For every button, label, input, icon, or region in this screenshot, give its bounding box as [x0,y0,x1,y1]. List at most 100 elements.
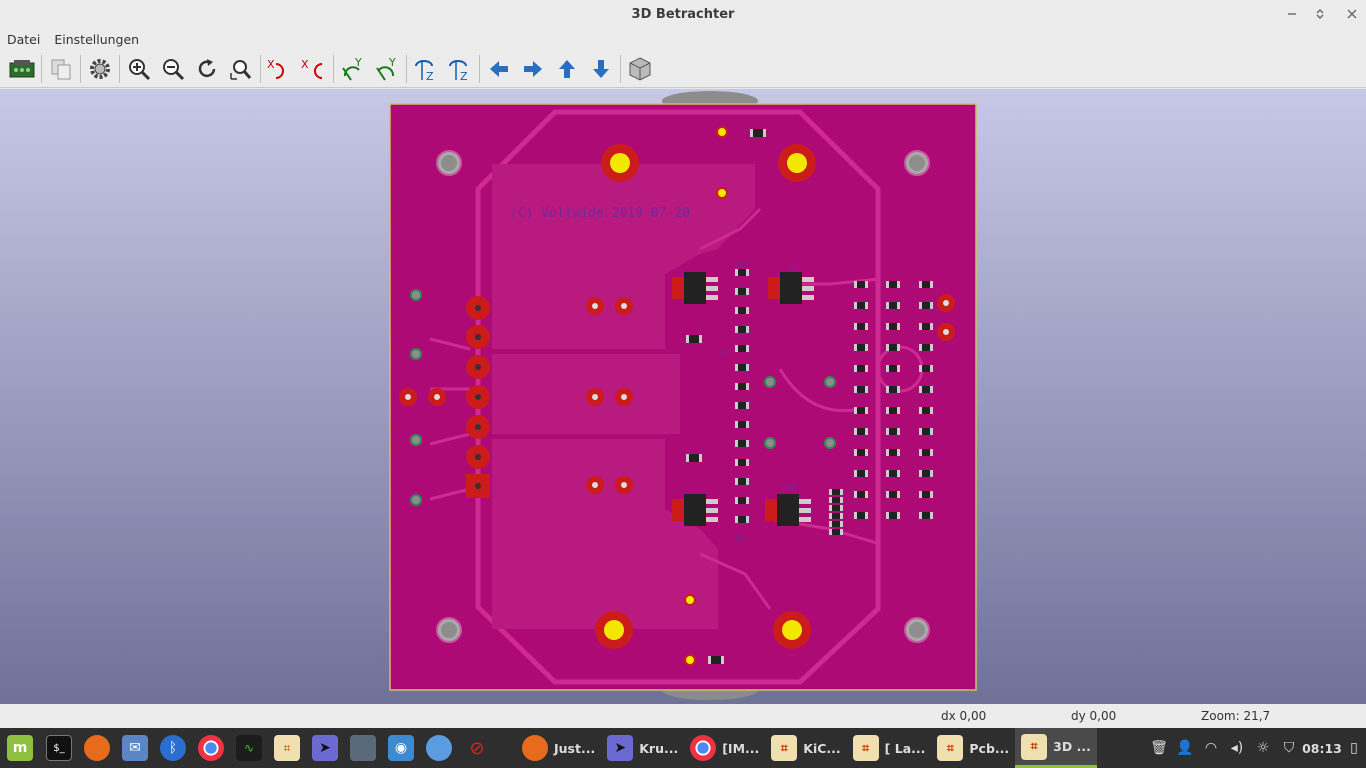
redraw-button[interactable] [190,52,224,86]
task-label: [IM... [722,740,760,756]
smd-part [857,302,865,309]
launcher-chrome[interactable] [192,728,230,768]
brightness-icon[interactable]: ☼ [1250,728,1276,768]
settings-icon [90,58,110,79]
pan-right-button[interactable] [516,52,550,86]
volume-icon[interactable]: ◂) [1224,728,1250,768]
smd-part [922,386,930,393]
smd-part [832,497,840,503]
smd-part [738,269,746,276]
title-bar: 3D Betrachter [0,0,1366,28]
bluetooth-icon: ᛒ [160,735,186,761]
close-button[interactable] [1338,0,1366,28]
taskbar: m $_ ✉ ᛒ ∿ ⌗ ➤ ◉ ⊘ Just... ➤ Kru... [IM..… [0,728,1366,768]
restore-button[interactable] [1306,0,1334,28]
pan-right-icon [524,60,542,77]
task-label: [ La... [884,740,926,756]
smd-part [857,491,865,498]
ref-label: C4 [719,349,729,357]
red-app-icon: ⊘ [469,737,485,759]
ref-label: Q4 [789,263,800,271]
zoom-fit-button[interactable] [224,52,258,86]
smd-part [738,478,746,485]
launcher-screenshot[interactable]: ➤ [306,728,344,768]
launcher-app[interactable]: ⊘ [458,728,496,768]
rotate-z-ccw-button[interactable]: Z [443,52,477,86]
zoom-out-button[interactable] [156,52,190,86]
rotate-x-cw-button[interactable]: X [263,52,297,86]
kicad-eeschema-icon: ⌗ [852,735,879,761]
smd-part [889,302,897,309]
rotate-y-ccw-icon: Y [376,56,396,81]
task-window-chrome[interactable]: [IM... [684,728,765,768]
pan-left-button[interactable] [482,52,516,86]
open-3d-button[interactable] [5,52,39,86]
zoom-in-button[interactable] [122,52,156,86]
smd-part [832,513,840,519]
trash-icon[interactable]: 🗑 [1146,728,1172,768]
svg-text:X: X [267,58,275,71]
launcher-camera[interactable]: ◉ [382,728,420,768]
pan-left-icon [490,60,508,77]
launcher-mail[interactable]: ✉ [116,728,154,768]
mint-menu-button[interactable]: m [0,728,40,768]
desktop-icon [350,735,376,761]
smd-part [857,365,865,372]
cursor-icon: ➤ [312,735,338,761]
show-desktop-icon[interactable]: ▯ [1342,728,1366,768]
smd-part [922,344,930,351]
smd-part [889,323,897,330]
task-label: Pcb... [969,740,1010,756]
task-window-eeschema[interactable]: ⌗ [ La... [847,728,932,768]
smd-part [738,364,746,371]
rotate-x-ccw-button[interactable]: X [297,52,331,86]
window-title: 3D Betrachter [631,6,735,22]
task-window-kicad[interactable]: ⌗ KiC... [765,728,846,768]
launcher-kicad[interactable]: ⌗ [268,728,306,768]
smd-part [738,497,746,504]
smd-part [922,470,930,477]
settings-button[interactable] [83,52,117,86]
rotate-y-cw-icon: Y [342,56,362,81]
rotate-z-cw-button[interactable]: Z [409,52,443,86]
launcher-desktop[interactable] [344,728,382,768]
launcher-system-monitor[interactable]: ∿ [230,728,268,768]
launcher-bluetooth[interactable]: ᛒ [154,728,192,768]
menu-datei[interactable]: Datei [0,32,47,47]
pan-down-button[interactable] [584,52,618,86]
launcher-globe[interactable] [420,728,458,768]
ortho-view-icon [629,56,651,81]
smd-part [857,281,865,288]
shield-icon[interactable]: ⛉ [1276,728,1302,768]
task-window-3d-viewer[interactable]: ⌗ 3D ... [1015,728,1097,768]
wifi-icon[interactable]: ◠ [1198,728,1224,768]
user-icon[interactable]: 👤 [1172,728,1198,768]
ortho-view-button[interactable] [623,52,657,86]
smd-part [889,344,897,351]
copy-button[interactable] [44,52,78,86]
task-window-screenshot[interactable]: ➤ Kru... [601,728,684,768]
smd-part [922,449,930,456]
smd-part [857,323,865,330]
task-window-firefox[interactable]: Just... [516,728,601,768]
menu-einstellungen[interactable]: Einstellungen [47,32,146,47]
terminal-icon: $_ [46,735,72,761]
chrome-icon [690,735,717,761]
kicad-icon: ⌗ [771,735,798,761]
smd-part [922,407,930,414]
rotate-y-ccw-button[interactable]: Y [370,52,404,86]
minimize-button[interactable] [1278,0,1306,28]
rotate-y-cw-button[interactable]: Y [336,52,370,86]
status-zoom: Zoom: 21,7 [1201,709,1271,723]
task-window-pcbnew[interactable]: ⌗ Pcb... [931,728,1015,768]
pan-up-button[interactable] [550,52,584,86]
smd-part [832,505,840,511]
zoom-fit-icon [230,59,252,80]
launcher-terminal[interactable]: $_ [40,728,78,768]
firefox-icon [84,735,110,761]
launcher-firefox[interactable] [78,728,116,768]
clock[interactable]: 08:13 [1302,728,1342,768]
svg-text:Z: Z [460,70,468,82]
smd-part [738,383,746,390]
3d-viewport[interactable]: (C) Voltwide 2019-07-20 Q4 Q6 C10 C4 C1 [0,89,1366,704]
